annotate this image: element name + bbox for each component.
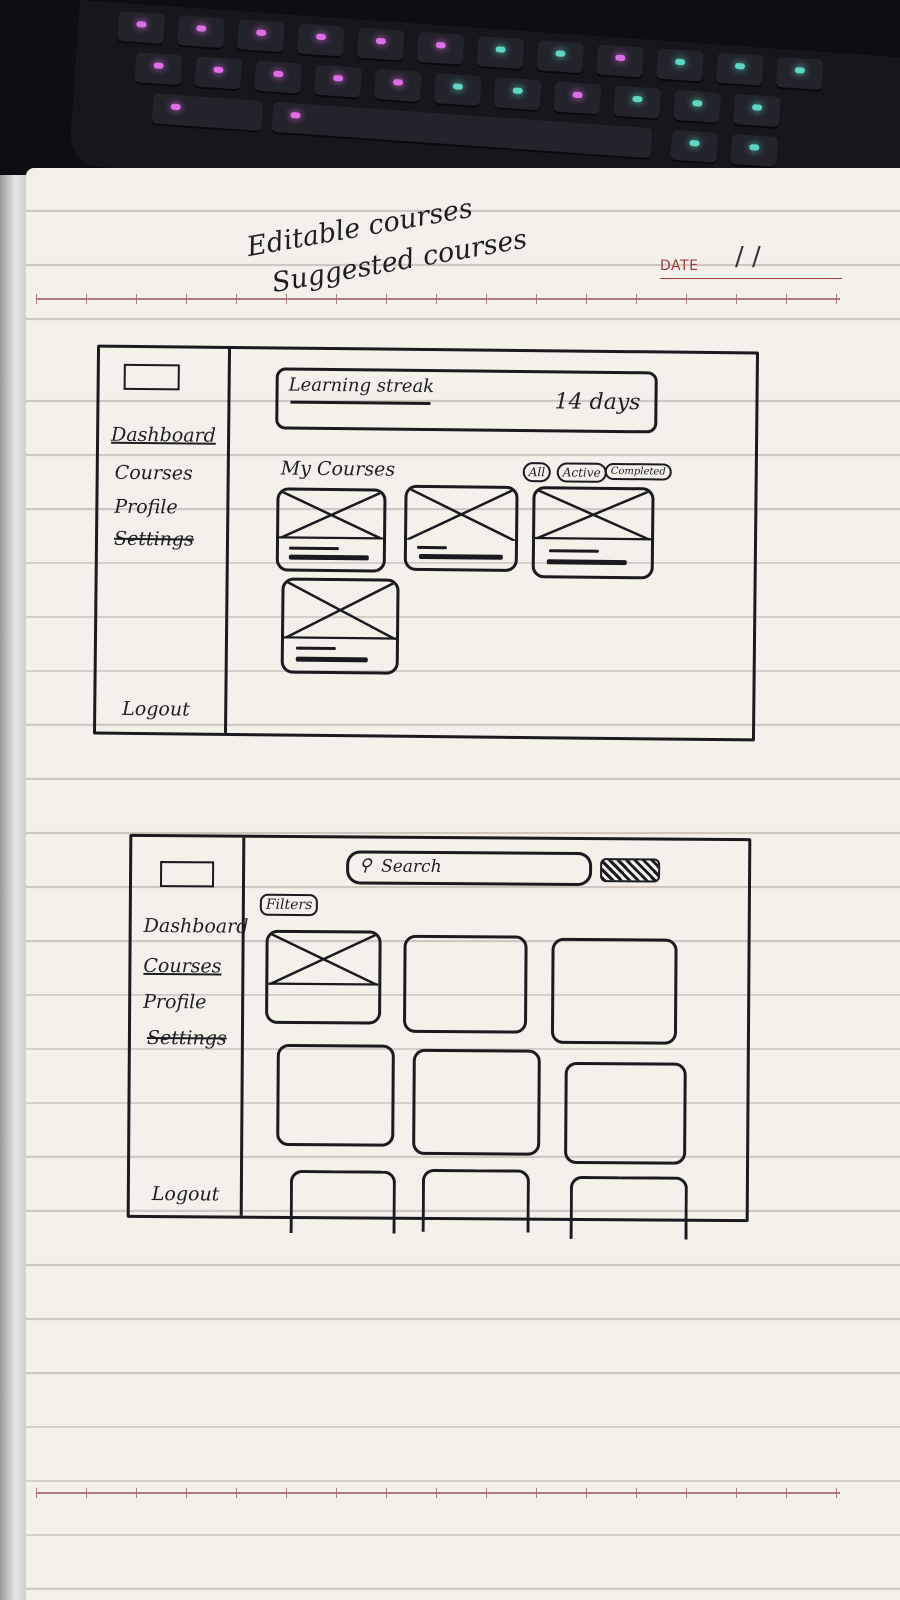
keyboard-key <box>117 10 166 44</box>
card-progress-scribble <box>546 559 627 566</box>
keyboard-key <box>730 133 779 167</box>
keyboard-key <box>254 60 303 94</box>
keyboard-key <box>553 81 602 115</box>
keyboard-key <box>151 93 264 131</box>
keyboard-key <box>134 52 183 86</box>
wireframe-courses: Dashboard Courses Profile Settings Logou… <box>126 833 752 1240</box>
streak-label: Learning streak <box>288 374 435 398</box>
date-line <box>660 278 842 279</box>
keyboard-key <box>416 31 465 65</box>
sidebar-logout[interactable]: Logout <box>122 698 190 721</box>
card-progress-scribble <box>295 656 368 663</box>
image-placeholder <box>407 487 516 541</box>
sidebar-item-dashboard[interactable]: Dashboard <box>111 424 216 447</box>
dashboard-sidebar: Dashboard Courses Profile Settings Logou… <box>96 347 232 733</box>
filters-button[interactable]: Filters <box>259 893 319 917</box>
sidebar-logout[interactable]: Logout <box>152 1183 220 1205</box>
sidebar-item-settings[interactable]: Settings <box>147 1027 227 1050</box>
keyboard-key <box>715 52 764 86</box>
search-icon: ⚲ <box>359 855 372 876</box>
keyboard-key <box>373 68 422 102</box>
keyboard-key <box>536 40 585 74</box>
image-placeholder <box>283 580 397 640</box>
course-card[interactable] <box>265 929 382 1025</box>
course-card[interactable] <box>276 1043 395 1147</box>
logo-placeholder <box>123 363 180 391</box>
sidebar-item-courses[interactable]: Courses <box>143 955 221 978</box>
keyboard-key <box>296 23 345 57</box>
filter-all[interactable]: All <box>522 462 552 483</box>
sidebar-item-profile[interactable]: Profile <box>114 496 178 519</box>
keyboard-key <box>596 44 645 78</box>
keyboard-key <box>670 129 719 163</box>
courses-sidebar: Dashboard Courses Profile Settings Logou… <box>129 836 249 1216</box>
filter-completed[interactable]: Completed <box>604 462 672 481</box>
course-card[interactable] <box>280 577 400 675</box>
search-button[interactable] <box>600 858 661 883</box>
keyboard-key <box>775 56 824 90</box>
keyboard-key <box>476 35 525 70</box>
keyboard-key <box>493 77 542 111</box>
sidebar-item-courses[interactable]: Courses <box>115 462 193 485</box>
keyboard-key <box>613 85 662 119</box>
keyboard-key <box>433 72 482 107</box>
search-input[interactable]: Search <box>381 857 442 877</box>
course-card[interactable] <box>569 1175 688 1240</box>
course-card[interactable] <box>531 486 655 580</box>
search-bar[interactable]: ⚲ Search <box>346 850 593 887</box>
course-card[interactable] <box>402 934 528 1034</box>
card-title-scribble <box>416 545 447 550</box>
course-card[interactable] <box>289 1169 397 1234</box>
card-title-scribble <box>295 646 336 651</box>
date-slashes: / / <box>735 242 761 272</box>
image-placeholder <box>535 489 652 541</box>
card-progress-scribble <box>418 553 503 560</box>
course-card[interactable] <box>275 487 387 573</box>
card-title-scribble <box>548 549 599 553</box>
keyboard-key <box>194 56 243 90</box>
keyboard-key <box>655 48 704 82</box>
keyboard-key <box>732 93 781 128</box>
streak-value: 14 days <box>554 389 641 416</box>
streak-scribble <box>290 400 431 406</box>
card-title-scribble <box>288 546 339 551</box>
sidebar-item-dashboard[interactable]: Dashboard <box>144 915 249 938</box>
card-progress-scribble <box>288 554 369 561</box>
course-card[interactable] <box>403 484 519 572</box>
keyboard-key <box>673 89 722 123</box>
course-card[interactable] <box>564 1061 687 1165</box>
image-placeholder <box>279 490 384 540</box>
keyboard-key <box>236 19 285 53</box>
sidebar-item-settings[interactable]: Settings <box>114 528 194 551</box>
my-courses-title: My Courses <box>280 457 396 481</box>
bottom-margin-rule <box>36 1488 840 1498</box>
date-label: DATE <box>660 258 699 274</box>
image-placeholder <box>268 932 379 986</box>
logo-placeholder <box>159 861 215 888</box>
top-margin-rule <box>36 294 840 304</box>
sidebar-item-profile[interactable]: Profile <box>143 991 206 1013</box>
course-card[interactable] <box>550 937 678 1045</box>
learning-streak-card: Learning streak 14 days <box>275 367 658 434</box>
filter-active[interactable]: Active <box>556 462 607 483</box>
course-card[interactable] <box>421 1168 531 1233</box>
keyboard-key <box>313 64 362 98</box>
wireframe-dashboard: Dashboard Courses Profile Settings Logou… <box>92 344 760 742</box>
keyboard-key <box>177 14 226 49</box>
course-card[interactable] <box>412 1048 541 1156</box>
keyboard-key <box>356 27 405 61</box>
